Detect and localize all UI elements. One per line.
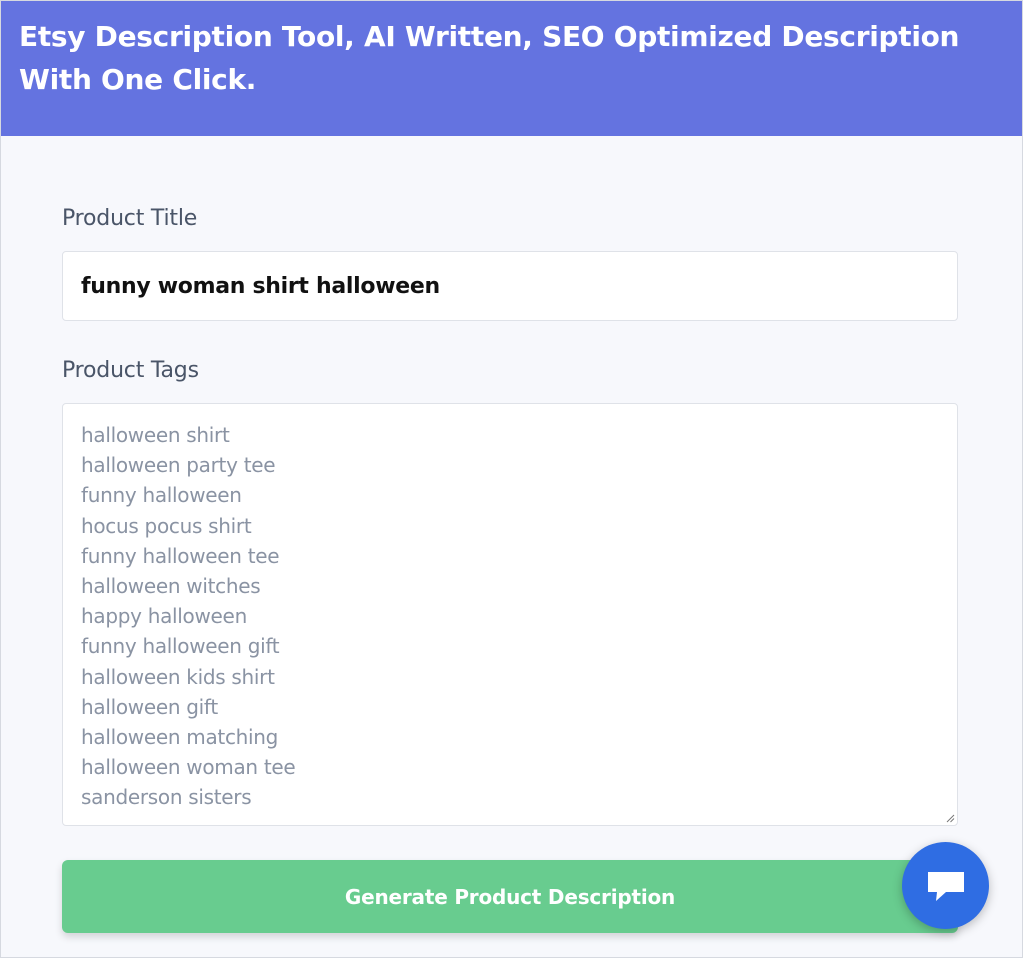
product-title-input[interactable]: [62, 251, 958, 321]
tag-line: halloween shirt: [81, 423, 230, 447]
resize-handle-icon[interactable]: [945, 813, 955, 823]
page-header: Etsy Description Tool, AI Written, SEO O…: [1, 1, 1022, 136]
tag-line: halloween kids shirt: [81, 664, 275, 689]
product-tags-label: Product Tags: [62, 358, 199, 383]
product-title-label: Product Title: [62, 206, 198, 231]
tag-line: halloween matching: [81, 725, 279, 750]
chat-bubble-icon: [927, 871, 964, 901]
tag-line: funny halloween tee: [81, 543, 280, 568]
tag-line: halloween woman tee: [81, 755, 296, 780]
tag-line: funny halloween gift: [81, 634, 280, 659]
chat-widget-button[interactable]: [902, 842, 989, 929]
tag-line: halloween gift: [81, 694, 218, 719]
tag-line: funny halloween: [81, 483, 242, 508]
product-tags-textarea[interactable]: halloween shirt halloween party tee funn…: [62, 403, 958, 826]
tags-list: halloween shirt halloween party tee funn…: [81, 420, 939, 813]
generate-description-button[interactable]: Generate Product Description: [62, 860, 958, 933]
tag-line: hocus pocus shirt: [81, 513, 252, 538]
tag-line: sanderson sisters: [81, 785, 252, 810]
tag-line: halloween witches: [81, 574, 261, 599]
page-title: Etsy Description Tool, AI Written, SEO O…: [19, 20, 960, 96]
app-frame: Etsy Description Tool, AI Written, SEO O…: [0, 0, 1023, 958]
tag-line: happy halloween: [81, 604, 247, 629]
tag-line: halloween party tee: [81, 453, 276, 478]
